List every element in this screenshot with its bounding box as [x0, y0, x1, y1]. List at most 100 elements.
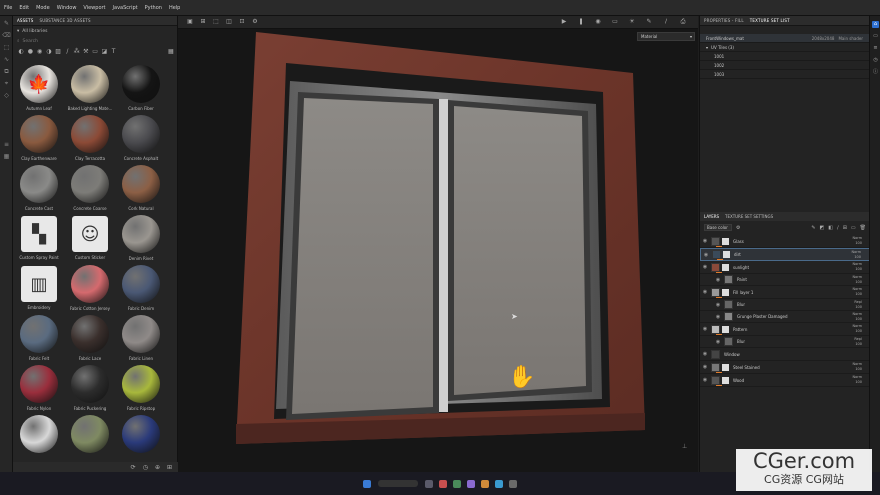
filter-all-icon[interactable]: ◐ [18, 48, 24, 55]
more-icon[interactable]: ⊞ [167, 464, 172, 471]
brush-icon[interactable]: ∕ [662, 18, 670, 26]
filter-materials-icon[interactable]: ● [27, 48, 33, 55]
layer-row[interactable]: ◉ dirt Norm 100 [700, 248, 870, 261]
visibility-eye-icon[interactable]: ◉ [714, 302, 722, 308]
visibility-eye-icon[interactable]: ◉ [714, 314, 722, 320]
asset-item[interactable]: ▥ Embroidery [15, 264, 63, 314]
channel-select[interactable]: Base color [704, 224, 732, 231]
visibility-eye-icon[interactable]: ◉ [701, 238, 709, 244]
taskbar-search[interactable] [378, 480, 418, 487]
layer-blend-opacity[interactable]: Norm 100 [852, 362, 862, 372]
asset-item[interactable]: Clay Earthenware [15, 114, 63, 164]
assets-search[interactable]: ⌕ Search [13, 36, 177, 46]
add-folder-icon[interactable]: ▭ [851, 225, 856, 231]
folder-icon[interactable]: ▭ [872, 33, 879, 40]
window-model[interactable]: ✋ ➤ [178, 29, 698, 472]
app-icon[interactable] [425, 479, 433, 488]
menu-window[interactable]: Window [57, 5, 77, 11]
uv-tile-row[interactable]: 1001 [700, 52, 869, 61]
layer-opacity[interactable]: 100 [852, 329, 862, 334]
history-icon[interactable]: ◷ [872, 57, 879, 64]
add-fill-icon[interactable]: ◧ [828, 225, 833, 231]
picker-icon[interactable]: ⌖ [2, 79, 11, 88]
tab-texture-set-settings[interactable]: TEXTURE SET SETTINGS [725, 214, 773, 219]
visibility-eye-icon[interactable]: ◉ [714, 339, 722, 345]
refresh-icon[interactable]: ⟳ [131, 464, 136, 471]
uv-tile-row[interactable]: 1002 [700, 61, 869, 70]
asset-item[interactable]: Fabric Linen [117, 314, 165, 364]
layer-blend-opacity[interactable]: Norm 100 [852, 275, 862, 285]
layer-blend-opacity[interactable]: Norm 100 [852, 324, 862, 334]
layer-blend-opacity[interactable]: Norm 100 [852, 287, 862, 297]
layer-row[interactable]: ◉ Pattern Norm 100 [700, 323, 870, 336]
asset-item[interactable]: Fabric Nylon [15, 364, 63, 414]
layer-row[interactable]: ◉ Wood Norm 100 [700, 374, 870, 387]
visibility-eye-icon[interactable]: ◉ [701, 289, 709, 295]
menu-edit[interactable]: Edit [19, 5, 29, 11]
asset-item[interactable]: Fabric Felt [15, 314, 63, 364]
layer-mask-thumbnail[interactable] [722, 376, 729, 384]
asset-item[interactable]: Fabric Ripstop [117, 364, 165, 414]
asset-item[interactable] [117, 414, 165, 464]
assets-panel-icon[interactable]: ▦ [2, 152, 11, 161]
projection-icon[interactable]: ⬚ [2, 43, 11, 52]
layer-row[interactable]: ◉ Fill layer 1 Norm 100 [700, 286, 870, 299]
polygon-fill-icon[interactable]: ◇ [2, 91, 11, 100]
layer-opacity[interactable]: 100 [852, 267, 862, 272]
layer-mask-thumbnail[interactable] [722, 263, 729, 271]
add-icon[interactable]: ⊕ [155, 464, 160, 471]
single-view-icon[interactable]: ▣ [186, 18, 194, 26]
menu-mode[interactable]: Mode [36, 5, 50, 11]
layer-opacity[interactable]: 100 [851, 255, 861, 260]
search-input[interactable]: Search [23, 39, 38, 44]
asset-item[interactable]: Denim Rivet [117, 214, 165, 264]
app-icon[interactable] [495, 479, 503, 488]
asset-item[interactable]: ☺ Custom Sticker [66, 214, 114, 264]
layer-opacity[interactable]: 100 [854, 342, 862, 347]
library-selector[interactable]: ▾ All libraries [13, 26, 177, 36]
eraser-icon[interactable]: ⌫ [2, 31, 11, 40]
asset-item[interactable]: Carbon Fiber [117, 64, 165, 114]
asset-item[interactable]: ▚ Custom Spray Paint [15, 214, 63, 264]
visibility-eye-icon[interactable]: ◉ [714, 277, 722, 283]
menu-file[interactable]: File [4, 5, 12, 11]
layers-icon[interactable]: ≡ [872, 45, 879, 52]
app-icon[interactable] [467, 479, 475, 488]
visibility-eye-icon[interactable]: ◉ [701, 326, 709, 332]
layer-mask-thumbnail[interactable] [723, 251, 730, 258]
clone-icon[interactable]: ⧉ [2, 67, 11, 76]
uv-tile-row[interactable]: 1003 [700, 70, 869, 79]
layer-opacity[interactable]: 100 [852, 317, 862, 322]
visibility-eye-icon[interactable]: ◉ [702, 252, 710, 258]
layer-row[interactable]: ◉ Window [700, 348, 870, 361]
grid-view-icon[interactable]: ▦ [168, 48, 174, 55]
asset-item[interactable]: Concrete Cast [15, 164, 63, 214]
layer-row[interactable]: ◉ Steel Stained Norm 100 [700, 361, 870, 374]
smudge-icon[interactable]: ∿ [2, 55, 11, 64]
visibility-eye-icon[interactable]: ◉ [701, 364, 709, 370]
asset-item[interactable]: Concrete Asphalt [117, 114, 165, 164]
layer-blend-opacity[interactable]: Norm 100 [851, 250, 861, 260]
asset-item[interactable]: Fabric Denim [117, 264, 165, 314]
tab-texture-set-list[interactable]: TEXTURE SET LIST [750, 18, 790, 23]
add-effect-icon[interactable]: ✎ [811, 225, 815, 231]
filter-environments-icon[interactable]: ▭ [92, 48, 98, 55]
asset-item[interactable]: Fabric Puckering [66, 364, 114, 414]
layer-opacity[interactable]: 100 [852, 380, 862, 385]
split-view-icon[interactable]: ◫ [225, 18, 233, 26]
viewport[interactable]: ▣ ⊞ ⬚ ◫ ⊡ ⚙ ▶ ❚ ◉ ▭ ☀ ✎ ∕ ⎙ Material ▾ ✋… [178, 16, 698, 472]
video-icon[interactable]: ▭ [611, 18, 619, 26]
tab-layers[interactable]: LAYERS [704, 214, 719, 219]
delete-icon[interactable]: 🗑 [860, 225, 866, 231]
filter-text-icon[interactable]: T [111, 48, 117, 55]
settings-icon[interactable]: ⚙ [251, 18, 259, 26]
menu-javascript[interactable]: JavaScript [113, 5, 138, 11]
filter-smart-materials-icon[interactable]: ◉ [37, 48, 43, 55]
filter-particles-icon[interactable]: ⁂ [74, 48, 80, 55]
asset-item[interactable]: Baked Lighting Mate... [66, 64, 114, 114]
layer-row[interactable]: ◉ Blur Repl 100 [700, 299, 870, 311]
pause-icon[interactable]: ❚ [577, 18, 585, 26]
layer-blend-opacity[interactable]: Norm 100 [852, 262, 862, 272]
brush-icon[interactable]: ✎ [2, 19, 11, 28]
layer-row[interactable]: ◉ Blur Repl 100 [700, 336, 870, 348]
